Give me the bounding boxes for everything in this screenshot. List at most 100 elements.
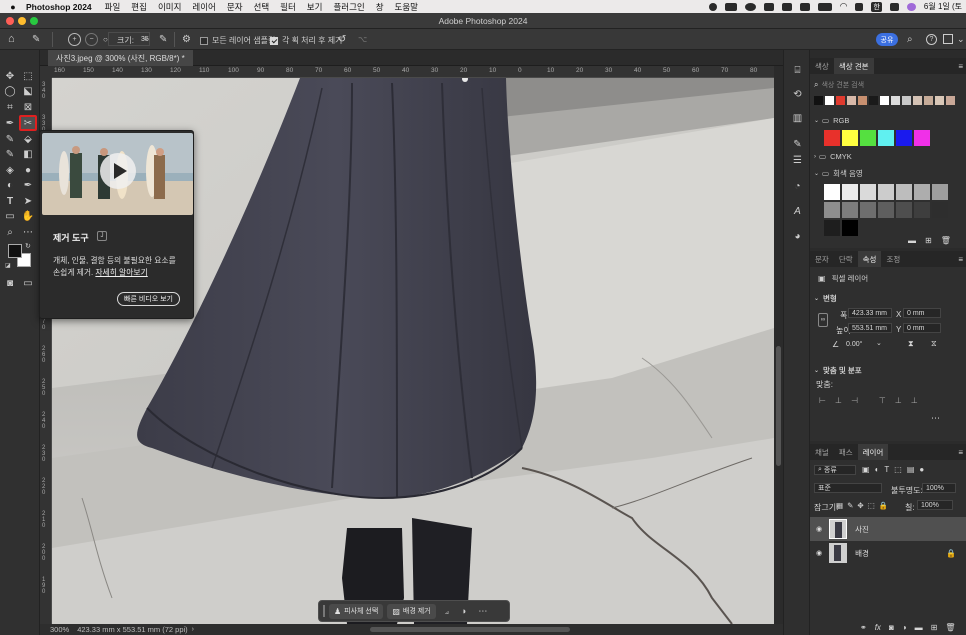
recent-color-swatch[interactable] — [891, 96, 900, 105]
gray-color-swatch[interactable] — [932, 202, 948, 218]
flip-horizontal-icon[interactable]: ⧗ — [908, 339, 914, 349]
opacity-field[interactable]: 100% — [922, 483, 956, 493]
rgb-color-swatch[interactable] — [914, 130, 930, 146]
recent-color-swatch[interactable] — [814, 96, 823, 105]
width-field[interactable]: 423.33 mm — [848, 308, 892, 318]
chevron-down-icon[interactable]: ⌄ — [957, 34, 965, 45]
new-group-icon[interactable]: ▬ — [915, 623, 923, 632]
remove-tool-icon[interactable]: ✂ — [19, 115, 37, 131]
menu-filter[interactable]: 필터 — [280, 1, 296, 13]
menu-window[interactable]: 창 — [376, 1, 384, 13]
gray-color-swatch[interactable] — [878, 184, 894, 200]
rectangle-tool-icon[interactable]: ▭ — [3, 209, 17, 223]
tab-layers[interactable]: 레이어 — [857, 444, 889, 460]
gray-color-swatch[interactable] — [914, 202, 930, 218]
screen-mode-icon[interactable]: ▭ — [21, 276, 35, 290]
properties-panel-icon[interactable]: ⌸ — [791, 64, 804, 77]
blend-mode-select[interactable]: 표준 — [814, 483, 882, 493]
pen-tool-icon[interactable]: ✒ — [21, 178, 35, 192]
undo-stroke-icon[interactable]: ↺ — [338, 34, 346, 45]
swatch-group-cmyk[interactable]: › ▭ CMYK — [814, 152, 852, 161]
remove-after-stroke-option[interactable]: 각 획 처리 후 제거 — [270, 35, 342, 46]
swatch-group-grayscale[interactable]: ⌄ ▭ 회색 음영 — [814, 168, 863, 179]
recent-color-swatch[interactable] — [847, 96, 856, 105]
type-tool-icon[interactable]: T — [3, 194, 17, 208]
gray-color-swatch[interactable] — [824, 184, 840, 200]
eyedropper-tool-icon[interactable]: ✒ — [3, 116, 17, 130]
chevron-down-icon[interactable]: ⌄ — [143, 34, 149, 42]
swatch-group-rgb[interactable]: ⌄ ▭ RGB — [814, 116, 849, 125]
clone-stamp-tool-icon[interactable]: ⬙ — [21, 132, 35, 146]
menu-image[interactable]: 이미지 — [158, 1, 181, 13]
wifi-icon[interactable]: ◠ — [840, 1, 848, 12]
adjustment-layer-icon[interactable]: ◑ — [902, 623, 907, 632]
adjustment-filter-icon[interactable]: ◐ — [875, 465, 880, 474]
brush-tool-icon[interactable]: ✎ — [3, 132, 17, 146]
pressure-size-icon[interactable]: ✎ — [159, 34, 167, 45]
layer-row[interactable]: ◉ 배경 🔒 — [810, 541, 966, 565]
input-source-icon[interactable]: 한 — [871, 1, 882, 12]
object-selection-tool-icon[interactable]: ⬕ — [21, 84, 35, 98]
workspace-icon[interactable] — [943, 34, 953, 44]
recent-color-swatch[interactable] — [869, 96, 878, 105]
zoom-tool-icon[interactable]: ⌕ — [3, 225, 17, 239]
document-tab[interactable]: 사진3.jpeg @ 300% (사진, RGB/8*) * — [48, 50, 193, 66]
chevron-down-icon[interactable]: ⌄ — [876, 339, 882, 347]
brush-mode-subtract-icon[interactable]: − — [85, 32, 98, 46]
tab-color[interactable]: 색상 — [810, 58, 834, 74]
history-brush-tool-icon[interactable]: ✎ — [3, 147, 17, 161]
recent-color-swatch[interactable] — [935, 96, 944, 105]
help-icon[interactable]: ? — [926, 34, 937, 45]
pixel-filter-icon[interactable]: ▣ — [862, 465, 870, 474]
visibility-eye-icon[interactable]: ◉ — [816, 525, 822, 533]
new-layer-icon[interactable]: ⊞ — [931, 623, 938, 632]
layer-name[interactable]: 사진 — [855, 524, 869, 535]
panel-menu-icon[interactable]: ≡ — [958, 62, 963, 71]
align-top-icon[interactable]: ⊤ — [879, 396, 886, 405]
tab-paths[interactable]: 패스 — [834, 444, 858, 460]
transform-section[interactable]: ⌄ 변형 — [814, 293, 837, 304]
gray-color-swatch[interactable] — [896, 184, 912, 200]
tab-channels[interactable]: 채널 — [810, 444, 834, 460]
path-selection-tool-icon[interactable]: ➤ — [21, 194, 35, 208]
rgb-color-swatch[interactable] — [860, 130, 876, 146]
camera-icon[interactable] — [724, 2, 737, 11]
panel-menu-icon[interactable]: ≡ — [958, 255, 963, 264]
gear-icon[interactable]: ⚙ — [182, 34, 191, 45]
blur-tool-icon[interactable]: ● — [21, 163, 35, 177]
sample-all-layers-checkbox[interactable] — [200, 36, 208, 45]
sample-all-layers-option[interactable]: 모든 레이어 샘플링 — [200, 35, 275, 46]
share-button[interactable]: 공유 — [876, 33, 898, 46]
foreground-color-swatch-front[interactable] — [8, 244, 22, 258]
recent-color-swatch[interactable] — [858, 96, 867, 105]
recent-color-swatch[interactable] — [902, 96, 911, 105]
rgb-color-swatch[interactable] — [878, 130, 894, 146]
tab-character[interactable]: 문자 — [810, 251, 834, 267]
remove-tool-preset-icon[interactable]: ✎ — [32, 34, 40, 45]
more-options-icon[interactable]: ⋯ — [931, 413, 940, 424]
gray-color-swatch[interactable] — [860, 202, 876, 218]
cast-icon[interactable] — [799, 2, 810, 11]
record-icon[interactable] — [708, 2, 717, 11]
artboard-marquee-tool-icon[interactable]: ⬚ — [21, 69, 35, 83]
gray-color-swatch[interactable] — [914, 184, 930, 200]
y-field[interactable]: 0 mm — [903, 323, 941, 333]
swap-colors-icon[interactable]: ↻ — [25, 242, 31, 250]
brush-settings-icon[interactable]: ✎ — [791, 138, 804, 151]
more-options-icon[interactable]: ⋯ — [478, 606, 487, 617]
search-icon[interactable]: ⌕ — [907, 34, 913, 45]
x-field[interactable]: 0 mm — [903, 308, 941, 318]
learn-more-link[interactable]: 자세히 알아보기 — [95, 268, 147, 277]
menu-type[interactable]: 문자 — [227, 1, 243, 13]
link-layers-icon[interactable]: ⚭ — [860, 623, 867, 632]
menu-view[interactable]: 보기 — [307, 1, 323, 13]
gray-color-swatch[interactable] — [878, 202, 894, 218]
height-field[interactable]: 553.51 mm — [848, 323, 892, 333]
libraries-icon[interactable]: ◔ — [791, 180, 804, 193]
lock-all-icon[interactable]: 🔒 — [879, 501, 888, 510]
lock-icon[interactable]: 🔒 — [946, 549, 956, 558]
remove-after-stroke-checkbox[interactable] — [270, 36, 278, 45]
align-bottom-icon[interactable]: ⊥ — [911, 396, 918, 405]
horizontal-scrollbar-thumb[interactable] — [370, 627, 570, 632]
flip-vertical-icon[interactable]: ⧖ — [931, 339, 937, 349]
